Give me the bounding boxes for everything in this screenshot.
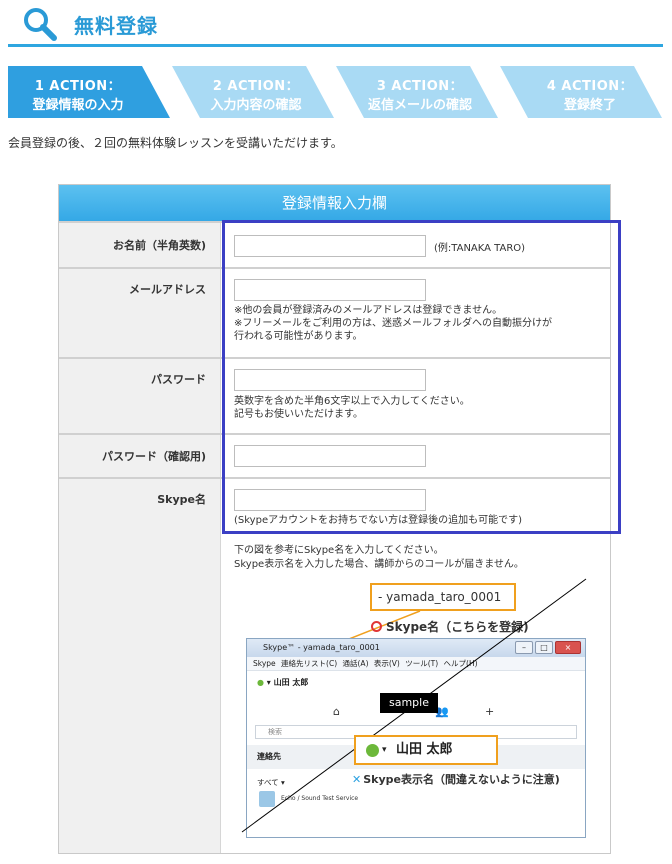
cross-icon: ✕ [352, 773, 362, 786]
ok-label: Skype名（こちらを登録) [386, 620, 529, 634]
step-4-label: 登録終了 [563, 98, 616, 113]
search-icon [24, 8, 57, 41]
display-name-warning: ✕ Skype表示名（間違えないように注意) [352, 771, 560, 787]
email-label: メールアドレス [59, 269, 221, 357]
progress-steps: 1 ACTION： 登録情報の入力 2 ACTION： 入力内容の確認 3 AC… [8, 66, 663, 118]
circle-ok-icon [371, 621, 382, 632]
skype-name-ok: Skype名（こちらを登録) [371, 618, 529, 635]
skype-intro: 下の図を参考にSkype名を入力してください。 Skype表示名を入力した場合、… [234, 544, 524, 572]
step-3-number: 3 ACTION： [376, 79, 464, 94]
display-name-text: 山田 太郎 [396, 742, 453, 757]
display-name-callout: ▾ 山田 太郎 [354, 735, 498, 765]
step-4: 4 ACTION： 登録終了 [500, 66, 662, 118]
contacts-label: 連絡先 [257, 752, 281, 761]
password-confirm-label: パスワード（確認用) [59, 435, 221, 477]
skype-id-callout: - yamada_taro_0001 [370, 583, 516, 611]
form-heading: 登録情報入力欄 [59, 185, 610, 221]
close-icon: × [555, 641, 581, 654]
skype-label: Skype名 [59, 479, 221, 853]
echo-contact: Echo / Sound Test Service [281, 795, 359, 802]
window-user: ● ▾ 山田 太郎 [257, 678, 309, 687]
avatar [259, 791, 275, 807]
minimize-icon: – [515, 641, 533, 654]
skype-intro-2: Skype表示名を入力した場合、講師からのコールが届きません。 [234, 559, 524, 570]
ng-label: Skype表示名（間違えないように注意) [363, 773, 560, 786]
window-user-name: 山田 太郎 [273, 678, 309, 687]
window-menu: Skype 連絡先リスト(C) 通話(A) 表示(V) ツール(T) ヘルプ(H… [247, 657, 585, 671]
step-1-number: 1 ACTION： [34, 79, 122, 94]
password-label: パスワード [59, 359, 221, 433]
lead-text: 会員登録の後、２回の無料体験レッスンを受講いただけます。 [8, 136, 343, 150]
check-status-icon [366, 744, 379, 757]
highlight-box [222, 220, 621, 534]
maximize-icon: □ [535, 641, 553, 654]
step-1: 1 ACTION： 登録情報の入力 [8, 66, 170, 118]
page-title: 無料登録 [74, 14, 158, 38]
step-1-label: 登録情報の入力 [32, 98, 124, 113]
all-filter: すべて ▾ [257, 778, 285, 787]
home-icon: ⌂ [333, 705, 340, 718]
step-3-label: 返信メールの確認 [367, 98, 472, 113]
status-icon: ● [257, 678, 264, 687]
step-4-number: 4 ACTION： [546, 79, 634, 94]
add-user-icon: + [485, 705, 495, 718]
skype-intro-1: 下の図を参考にSkype名を入力してください。 [234, 545, 444, 556]
page-header: 無料登録 [0, 0, 672, 48]
step-2-number: 2 ACTION： [212, 79, 300, 94]
step-2: 2 ACTION： 入力内容の確認 [172, 66, 334, 118]
name-label: お名前（半角英数) [59, 223, 221, 267]
step-3: 3 ACTION： 返信メールの確認 [336, 66, 498, 118]
sample-badge: sample [380, 693, 438, 713]
chevron-down-icon: ▾ [382, 745, 387, 755]
header-divider [8, 44, 663, 47]
step-2-label: 入力内容の確認 [210, 98, 302, 113]
